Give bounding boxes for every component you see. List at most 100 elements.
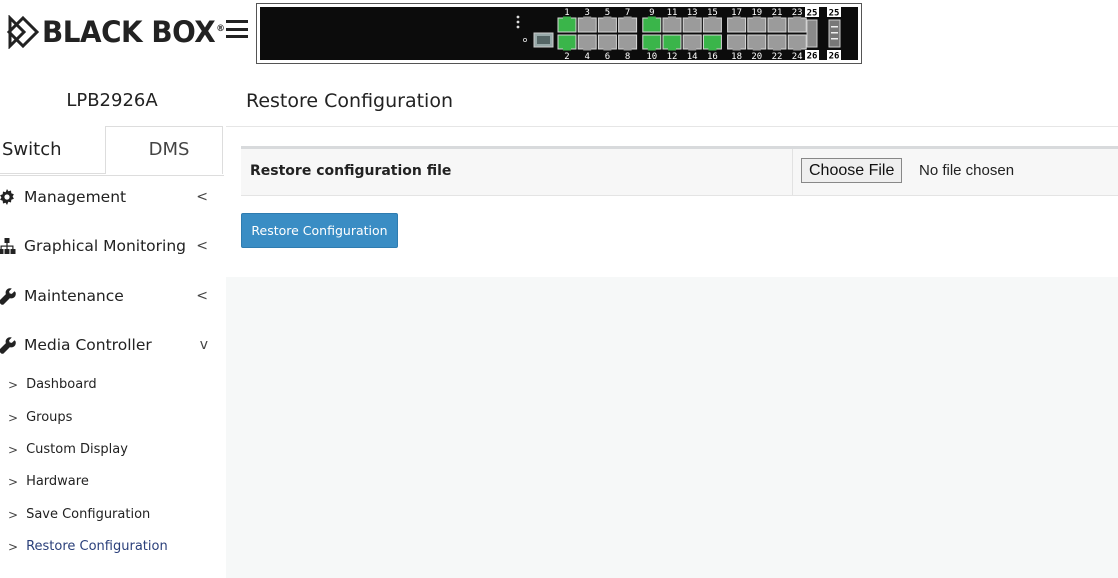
port-label: 12: [667, 52, 678, 60]
sidebar-item-graphical-monitoring[interactable]: Graphical Monitoring <: [0, 226, 224, 266]
status-led: [516, 20, 520, 24]
tab-dms[interactable]: DMS: [105, 126, 223, 174]
ethernet-port: [727, 17, 747, 33]
sfp-slot-line: [831, 38, 838, 40]
port-label: 4: [584, 52, 589, 60]
port-tab: [668, 16, 676, 20]
switch-front-panel: 1 2 3 4 5 6 7 8 9 10 11 12 13 14 15 16 17 18 19 20 21 22 23 24 2…: [260, 7, 858, 60]
port-tab: [583, 47, 592, 51]
console-port-inner: [537, 36, 550, 44]
chevron-left-icon: <: [196, 189, 208, 205]
chevron-right-icon: >: [8, 442, 19, 457]
status-led: [522, 37, 527, 42]
port-tab: [623, 16, 632, 20]
file-status-text: No file chosen: [919, 162, 1015, 179]
restore-configuration-button[interactable]: Restore Configuration: [241, 213, 398, 248]
ethernet-port: [577, 34, 597, 50]
ethernet-port: [702, 34, 722, 50]
ethernet-port: [618, 34, 638, 50]
wrench-icon: [0, 287, 16, 305]
tab-switch[interactable]: Switch: [0, 127, 106, 174]
gear-icon: [0, 188, 16, 206]
chevron-left-icon: <: [196, 288, 208, 304]
sidebar-item-media-controller[interactable]: Media Controller v: [0, 325, 224, 365]
restore-file-label: Restore configuration file: [250, 163, 452, 179]
ethernet-port: [727, 34, 747, 50]
menu-toggle-icon[interactable]: [226, 20, 248, 40]
port-tab: [708, 16, 717, 20]
port-tab: [793, 16, 802, 20]
port-label: 10: [646, 52, 657, 60]
sidebar-item-maintenance[interactable]: Maintenance <: [0, 276, 224, 316]
choose-file-button[interactable]: Choose File: [801, 158, 903, 183]
ethernet-port: [682, 34, 702, 50]
port-tab: [623, 47, 632, 51]
chevron-left-icon: <: [196, 238, 208, 254]
page-title: Restore Configuration: [246, 90, 453, 112]
ethernet-port: [557, 17, 577, 33]
port-tab: [773, 47, 781, 51]
black-box-logo-icon: [6, 15, 40, 49]
port-tab: [647, 47, 656, 51]
port-label: 24: [792, 52, 803, 60]
chevron-down-icon: v: [199, 337, 208, 353]
sfp-slot-line: [831, 32, 838, 34]
port-tab: [583, 16, 592, 20]
port-tab: [563, 47, 571, 51]
ethernet-port: [747, 17, 767, 33]
submenu-item-dashboard[interactable]: > Dashboard: [8, 377, 97, 392]
submenu-item-restore-configuration[interactable]: > Restore Configuration: [8, 539, 168, 554]
ethernet-port: [682, 17, 702, 33]
sitemap-icon: [0, 237, 16, 255]
chevron-right-icon: >: [8, 507, 19, 522]
brand-logo[interactable]: BLACK BOX®: [6, 14, 232, 50]
ethernet-port: [557, 34, 577, 50]
brand-name: BLACK BOX®: [42, 15, 225, 49]
submenu-item-custom-display[interactable]: > Custom Display: [8, 442, 128, 457]
port-tab: [793, 47, 802, 51]
port-label: 25: [829, 9, 840, 19]
port-label: 2: [564, 52, 569, 60]
ethernet-port: [642, 34, 662, 50]
submenu-item-save-configuration[interactable]: > Save Configuration: [8, 507, 150, 522]
port-label: 26: [829, 52, 840, 61]
sfp-slot-line: [831, 26, 838, 28]
submenu-item-groups[interactable]: > Groups: [8, 410, 72, 425]
row-divider: [792, 149, 793, 195]
port-tab: [563, 16, 571, 20]
ethernet-port: [642, 17, 662, 33]
ethernet-port: [597, 17, 617, 33]
ethernet-port: [787, 17, 807, 33]
port-label: 14: [687, 52, 698, 60]
ethernet-port: [767, 17, 787, 33]
device-model: LPB2926A: [66, 90, 158, 111]
port-label: 18: [731, 52, 742, 60]
port-tab: [732, 47, 741, 51]
ethernet-port: [702, 17, 722, 33]
port-tab: [732, 16, 741, 20]
port-tab: [647, 16, 656, 20]
sidebar-item-label: Management: [24, 188, 127, 206]
ethernet-port: [618, 17, 638, 33]
port-tab: [752, 16, 761, 20]
restore-file-row: Restore configuration file Choose File N…: [241, 146, 1118, 196]
submenu-item-hardware[interactable]: > Hardware: [8, 474, 89, 489]
port-tab: [668, 47, 676, 51]
chevron-right-icon: >: [8, 410, 19, 425]
port-tab: [752, 47, 761, 51]
port-label: 20: [751, 52, 762, 60]
sidebar-item-label: Maintenance: [24, 287, 124, 305]
ethernet-port: [787, 34, 807, 50]
ethernet-port: [662, 34, 682, 50]
sidebar-item-label: Graphical Monitoring: [24, 237, 186, 255]
wrench-icon: [0, 336, 16, 354]
sidebar-item-label: Media Controller: [24, 336, 152, 354]
ethernet-port: [597, 34, 617, 50]
sidebar-item-management[interactable]: Management <: [0, 177, 224, 217]
port-label: 16: [707, 52, 718, 60]
port-tab: [688, 16, 697, 20]
port-label: 8: [625, 52, 630, 60]
switch-panel-graphic: 1234567891011121314151617181920212223242…: [516, 7, 841, 61]
port-tab: [773, 16, 781, 20]
ethernet-port: [747, 34, 767, 50]
